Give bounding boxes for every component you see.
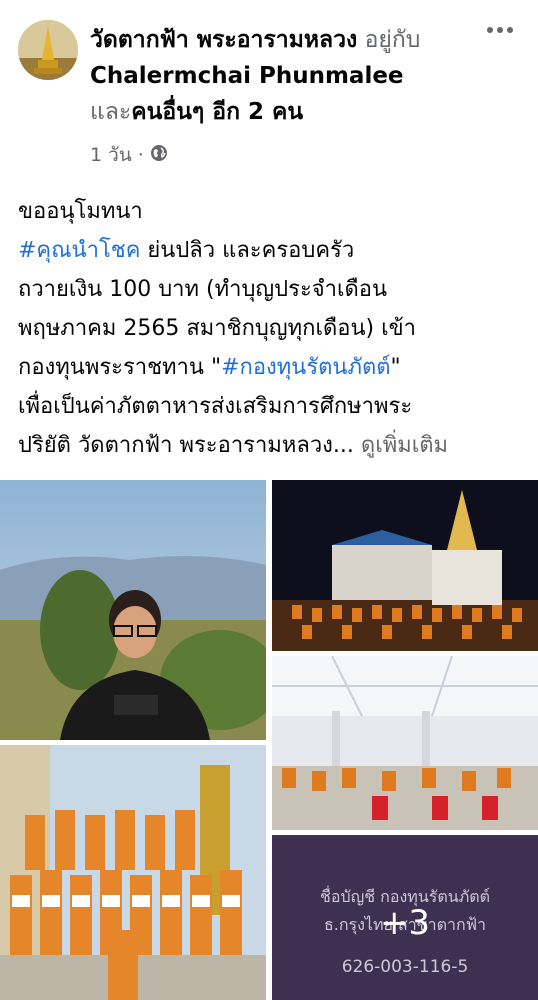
post-header: วัดตากฟ้า พระอารามหลวง อยู่กับ Chalermch… bbox=[0, 0, 538, 180]
page-avatar[interactable] bbox=[18, 20, 78, 80]
and-word: และ bbox=[90, 99, 132, 125]
photo-temple-night[interactable] bbox=[272, 480, 538, 651]
with-word: อยู่กับ bbox=[364, 27, 421, 53]
body-line: เพื่อเป็นค่าภัตตาหารส่งเสริมการศึกษาพระ bbox=[18, 394, 413, 419]
photo-monks-group[interactable] bbox=[0, 745, 266, 1000]
hashtag-link[interactable]: #กองทุนรัตนภัตต์ bbox=[221, 355, 390, 380]
post-time[interactable]: 1 วัน bbox=[90, 140, 132, 170]
photo-grid: ชื่อบัญชี กองทุนรัตนภัตต์ ธ.กรุงไทย สาขา… bbox=[0, 480, 538, 1000]
body-line: กองทุนพระราชทาน "#กองทุนรัตนภัตต์" bbox=[18, 348, 523, 387]
page-name-link[interactable]: วัดตากฟ้า พระอารามหลวง bbox=[90, 27, 357, 53]
body-line: #คุณนำโชค ย่นปลิว และครอบครัว bbox=[18, 231, 523, 270]
account-number: 626-003-116-5 bbox=[341, 957, 469, 977]
body-text: ปริยัติ วัดตากฟ้า พระอารามหลวง... bbox=[18, 433, 354, 458]
body-text: " bbox=[390, 355, 401, 380]
see-more-link[interactable]: ดูเพิ่มเติม bbox=[361, 433, 448, 458]
photo-donation-info[interactable]: ชื่อบัญชี กองทุนรัตนภัตต์ ธ.กรุงไทย สาขา… bbox=[272, 835, 538, 1000]
body-text: กองทุนพระราชทาน " bbox=[18, 355, 222, 380]
more-photos-count: +3 bbox=[379, 903, 431, 943]
photo-portrait[interactable] bbox=[0, 480, 266, 740]
body-text: ย่นปลิว และครอบครัว bbox=[140, 238, 355, 263]
meta-separator: · bbox=[137, 144, 144, 166]
post-byline: วัดตากฟ้า พระอารามหลวง อยู่กับ Chalermch… bbox=[90, 22, 480, 130]
more-dots-icon[interactable] bbox=[485, 20, 515, 40]
post-body: ขออนุโมทนา #คุณนำโชค ย่นปลิว และครอบครัว… bbox=[18, 192, 523, 465]
more-photos-overlay[interactable]: ชื่อบัญชี กองทุนรัตนภัตต์ ธ.กรุงไทย สาขา… bbox=[272, 835, 538, 1000]
body-line: ปริยัติ วัดตากฟ้า พระอารามหลวง... ดูเพิ่… bbox=[18, 426, 523, 465]
body-line: พฤษภาคม 2565 สมาชิกบุญทุกเดือน) เข้า bbox=[18, 316, 416, 341]
photo-dining-hall[interactable] bbox=[272, 656, 538, 830]
globe-icon bbox=[150, 144, 168, 167]
post-meta: 1 วัน · bbox=[90, 140, 168, 170]
body-line: ขออนุโมทนา bbox=[18, 199, 143, 224]
body-line: ถวายเงิน 100 บาท (ทำบุญประจำเดือน bbox=[18, 277, 388, 302]
others-link[interactable]: คนอื่นๆ อีก 2 คน bbox=[131, 99, 303, 125]
hashtag-link[interactable]: #คุณนำโชค bbox=[18, 238, 140, 263]
tagged-person-link[interactable]: Chalermchai Phunmalee bbox=[90, 63, 404, 89]
